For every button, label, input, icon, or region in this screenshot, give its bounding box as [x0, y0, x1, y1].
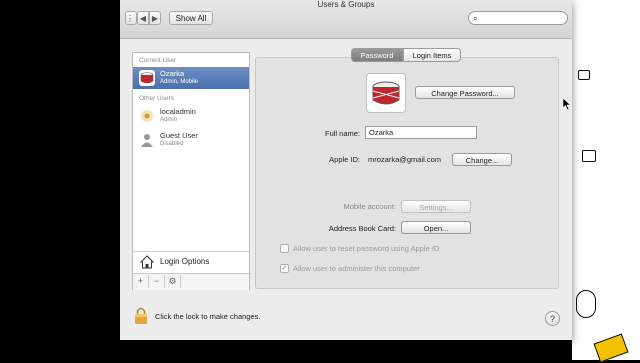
forward-button[interactable]: ▶	[149, 11, 161, 25]
search-input[interactable]: ⌕	[468, 11, 568, 25]
login-options-label: Login Options	[160, 257, 210, 266]
background-right	[572, 0, 640, 360]
user-name: Ozarka	[160, 69, 185, 78]
user-row-guest[interactable]: Guest User Disabled	[133, 129, 249, 151]
remove-user-button[interactable]: −	[149, 275, 165, 288]
users-sidebar: Current User Ozarka Admin, Mobile Other …	[132, 52, 250, 290]
reset-password-checkbox[interactable]	[280, 244, 289, 253]
help-button[interactable]: ?	[545, 311, 560, 326]
chevron-right-icon: ▶	[151, 14, 159, 23]
user-picture-drum-icon[interactable]	[366, 73, 406, 113]
window-title: Users & Groups	[317, 0, 375, 9]
user-row-ozarka[interactable]: Ozarka Admin, Mobile	[133, 67, 249, 89]
login-options-row[interactable]: Login Options	[133, 251, 249, 272]
current-user-label: Current User	[139, 57, 177, 64]
user-role: Disabled	[160, 141, 184, 147]
preferences-window: Users & Groups ⋮⋮ ◀ ▶ Show All ⌕ Current…	[120, 0, 572, 340]
tab-login-items[interactable]: Login Items	[403, 48, 461, 62]
user-name: localadmin	[160, 107, 196, 116]
flower-avatar-icon	[141, 110, 153, 122]
apple-id-label: Apple ID:	[329, 155, 360, 164]
other-users-label: Other Users	[139, 95, 175, 102]
drum-avatar-icon	[139, 70, 155, 86]
change-password-button[interactable]: Change Password...	[415, 86, 515, 99]
full-name-field[interactable]: Ozarka	[365, 126, 477, 139]
apple-id-value: mrozarka@gmail.com	[368, 155, 442, 164]
user-name: Guest User	[160, 131, 198, 140]
show-all-button[interactable]: Show All	[169, 11, 213, 25]
background-bottom	[120, 340, 572, 360]
house-icon	[140, 255, 154, 269]
user-role: Admin, Mobile	[160, 79, 199, 85]
user-row-localadmin[interactable]: localadmin Admin	[133, 105, 249, 127]
person-silhouette-icon	[141, 134, 153, 147]
address-book-label: Address Book Card:	[328, 224, 396, 233]
administer-checkbox[interactable]: ✓	[280, 264, 289, 273]
sidebar-toolbar: + − ⚙	[133, 273, 249, 290]
apple-id-change-button[interactable]: Change...	[452, 153, 512, 166]
user-role: Admin	[160, 117, 178, 123]
mobile-settings-button[interactable]: Settings...	[401, 200, 471, 213]
lock-icon[interactable]	[134, 306, 148, 324]
add-user-button[interactable]: +	[133, 275, 149, 288]
chevron-left-icon: ◀	[139, 14, 147, 23]
sketch-shape	[576, 290, 596, 318]
full-name-label: Full name:	[324, 129, 360, 138]
back-button[interactable]: ◀	[137, 11, 149, 25]
titlebar: Users & Groups ⋮⋮ ◀ ▶ Show All ⌕	[120, 0, 572, 39]
grid-view-button[interactable]: ⋮⋮	[125, 11, 142, 25]
tab-password[interactable]: Password	[351, 48, 403, 62]
reset-password-label: Allow user to reset password using Apple…	[293, 244, 440, 253]
gear-icon[interactable]: ⚙	[165, 275, 181, 288]
address-book-open-button[interactable]: Open...	[401, 221, 471, 234]
lock-message: Click the lock to make changes.	[155, 312, 261, 321]
search-icon: ⌕	[473, 14, 478, 23]
sketch-shape	[578, 70, 590, 80]
mobile-account-label: Mobile account:	[343, 202, 396, 211]
background-left	[0, 0, 120, 360]
administer-label: Allow user to administer this computer	[293, 264, 420, 273]
sketch-shape	[582, 150, 596, 162]
cursor-arrow-icon	[563, 98, 571, 110]
